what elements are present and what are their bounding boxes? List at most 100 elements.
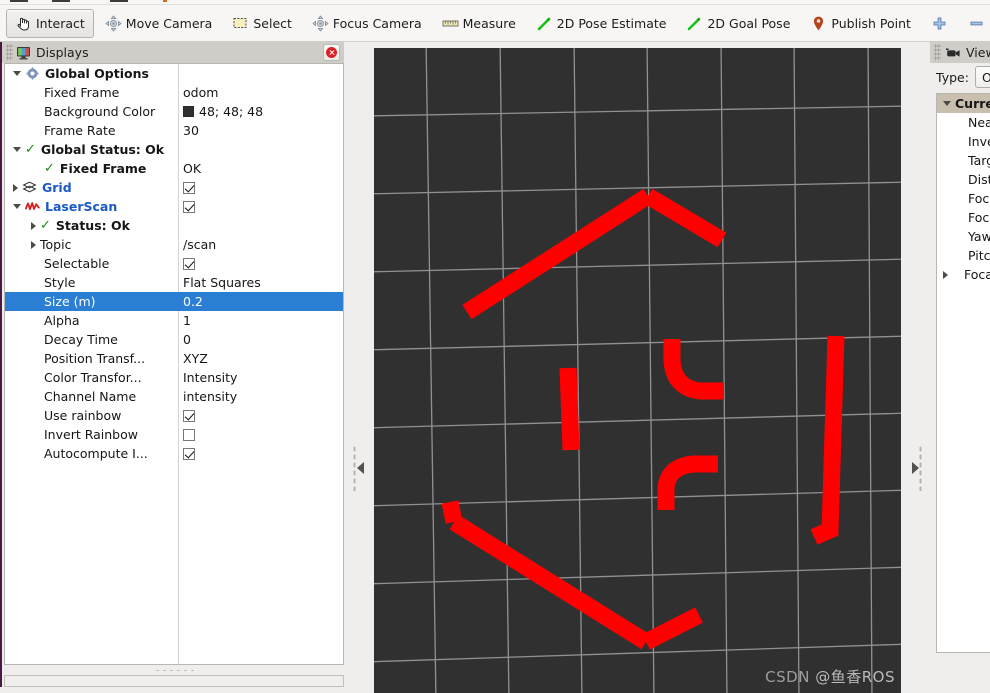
display-property-row[interactable]: Topic/scan xyxy=(5,235,343,254)
property-value-text: Flat Squares xyxy=(183,275,261,290)
property-checkbox[interactable] xyxy=(183,258,195,270)
view-property-row[interactable]: Target Frame xyxy=(937,151,990,170)
hand-cursor-icon xyxy=(15,15,32,32)
display-property-row[interactable]: Channel Nameintensity xyxy=(5,387,343,406)
views-type-select[interactable]: Orbit (rviz) xyxy=(975,66,990,88)
display-property-value-cell[interactable]: XYZ xyxy=(183,349,208,368)
display-property-value-cell[interactable]: Intensity xyxy=(183,368,237,387)
display-property-value-cell[interactable]: 1 xyxy=(183,311,191,330)
display-property-row[interactable]: Alpha1 xyxy=(5,311,343,330)
displays-panel-titlebar[interactable]: Displays xyxy=(2,42,344,63)
display-property-row[interactable]: Background Color48; 48; 48 xyxy=(5,102,343,121)
tool-button-publish-point[interactable]: Publish Point xyxy=(801,9,920,38)
tool-button-add[interactable] xyxy=(922,9,957,38)
chevron-right-icon[interactable] xyxy=(31,241,36,249)
chevron-down-icon[interactable] xyxy=(13,204,21,209)
display-property-value-cell[interactable]: intensity xyxy=(183,387,237,406)
display-property-row[interactable]: Invert Rainbow xyxy=(5,425,343,444)
view-property-row[interactable]: Invert Z Axis xyxy=(937,132,990,151)
display-property-row[interactable]: Use rainbow xyxy=(5,406,343,425)
views-panel-title: Views xyxy=(966,45,990,60)
tool-button-move-camera[interactable]: Move Camera xyxy=(96,9,222,38)
display-property-value-cell[interactable] xyxy=(183,425,195,444)
menu-stub[interactable] xyxy=(10,0,28,2)
display-property-value-cell[interactable] xyxy=(183,406,195,425)
tool-button-2d-pose-estimate[interactable]: 2D Pose Estimate xyxy=(527,9,676,38)
display-property-value-cell[interactable]: 0 xyxy=(183,330,191,349)
display-property-value-cell[interactable]: /scan xyxy=(183,235,216,254)
display-property-row[interactable]: Selectable xyxy=(5,254,343,273)
panel-drag-grip[interactable] xyxy=(934,44,941,61)
displays-tree[interactable]: Global OptionsFixed FrameodomBackground … xyxy=(4,63,344,665)
view-property-row[interactable]: Near Clip Dis xyxy=(937,113,990,132)
property-checkbox[interactable] xyxy=(183,448,195,460)
display-property-value-cell[interactable] xyxy=(183,254,195,273)
chevron-down-icon[interactable] xyxy=(13,147,21,152)
color-swatch[interactable] xyxy=(183,106,194,117)
tool-button-measure[interactable]: Measure xyxy=(433,9,525,38)
display-property-row[interactable]: ✓Global Status: Ok xyxy=(5,140,343,159)
display-property-row[interactable]: ✓Status: Ok xyxy=(5,216,343,235)
chevron-down-icon[interactable] xyxy=(943,101,951,106)
tool-button-interact[interactable]: Interact xyxy=(6,9,94,38)
display-property-value-cell[interactable] xyxy=(183,197,195,216)
display-property-value-cell[interactable] xyxy=(183,444,195,463)
display-property-row[interactable]: Size (m)0.2 xyxy=(5,292,343,311)
view-property-label: Yaw xyxy=(956,229,990,244)
check-icon: ✓ xyxy=(40,218,51,233)
move-camera-icon xyxy=(105,15,122,32)
view-property-row[interactable]: Focal Shape xyxy=(937,208,990,227)
display-property-row[interactable]: StyleFlat Squares xyxy=(5,273,343,292)
chevron-right-icon[interactable] xyxy=(31,222,36,230)
render-viewport-3d[interactable]: CSDN @鱼香ROS xyxy=(374,48,901,693)
right-panel-collapse-handle[interactable] xyxy=(908,48,924,693)
display-property-row[interactable]: Color Transfor...Intensity xyxy=(5,368,343,387)
chevron-down-icon[interactable] xyxy=(13,71,21,76)
views-type-value: Orbit (rviz) xyxy=(982,70,990,85)
view-property-row[interactable]: Focal Point xyxy=(937,265,990,284)
display-property-value-cell[interactable]: odom xyxy=(183,83,218,102)
property-checkbox[interactable] xyxy=(183,201,195,213)
displays-dock-resize-grip[interactable] xyxy=(4,667,344,674)
display-property-label: Use rainbow xyxy=(44,408,121,423)
tool-button-select[interactable]: Select xyxy=(223,9,301,38)
view-property-row[interactable]: Pitch xyxy=(937,246,990,265)
display-property-row[interactable]: Fixed Frameodom xyxy=(5,83,343,102)
menu-stub[interactable] xyxy=(163,0,167,2)
tool-button-2d-goal-pose[interactable]: 2D Goal Pose xyxy=(677,9,799,38)
views-panel-titlebar[interactable]: Views xyxy=(930,42,990,63)
display-property-value-cell[interactable]: OK xyxy=(183,159,201,178)
display-property-row[interactable]: Autocompute I... xyxy=(5,444,343,463)
views-tree[interactable]: Current ViewNear Clip DisInvert Z AxisTa… xyxy=(936,93,990,653)
display-property-value-cell[interactable]: 48; 48; 48 xyxy=(183,102,263,121)
display-property-value-cell[interactable]: 0.2 xyxy=(183,292,203,311)
display-property-row[interactable]: ✓Fixed FrameOK xyxy=(5,159,343,178)
display-property-row[interactable]: Grid xyxy=(5,178,343,197)
display-property-row[interactable]: Decay Time0 xyxy=(5,330,343,349)
tool-button-remove[interactable] xyxy=(959,9,990,38)
menu-stub[interactable] xyxy=(52,0,70,2)
display-property-row[interactable]: Frame Rate30 xyxy=(5,121,343,140)
property-checkbox[interactable] xyxy=(183,410,195,422)
chevron-right-icon[interactable] xyxy=(13,184,18,192)
property-value-text: odom xyxy=(183,85,218,100)
display-property-value-cell[interactable]: 30 xyxy=(183,121,199,140)
display-property-row[interactable]: Global Options xyxy=(5,64,343,83)
view-property-row[interactable]: Distance xyxy=(937,170,990,189)
display-property-row[interactable]: Position Transf... XYZ xyxy=(5,349,343,368)
left-panel-collapse-handle[interactable] xyxy=(350,48,366,693)
property-checkbox[interactable] xyxy=(183,429,195,441)
view-property-row[interactable]: Current View xyxy=(937,94,990,113)
display-property-row[interactable]: LaserScan xyxy=(5,197,343,216)
tool-button-focus-camera[interactable]: Focus Camera xyxy=(303,9,431,38)
view-property-row[interactable]: Focal Shape xyxy=(937,189,990,208)
panel-drag-grip[interactable] xyxy=(6,44,13,61)
chevron-right-icon[interactable] xyxy=(943,271,948,279)
display-property-value-cell[interactable] xyxy=(183,178,195,197)
menu-stub[interactable] xyxy=(110,0,128,2)
displays-panel-close-button[interactable] xyxy=(323,44,340,61)
display-property-value-cell[interactable]: Flat Squares xyxy=(183,273,261,292)
display-property-label: Position Transf... xyxy=(44,351,145,366)
view-property-row[interactable]: Yaw xyxy=(937,227,990,246)
property-checkbox[interactable] xyxy=(183,182,195,194)
